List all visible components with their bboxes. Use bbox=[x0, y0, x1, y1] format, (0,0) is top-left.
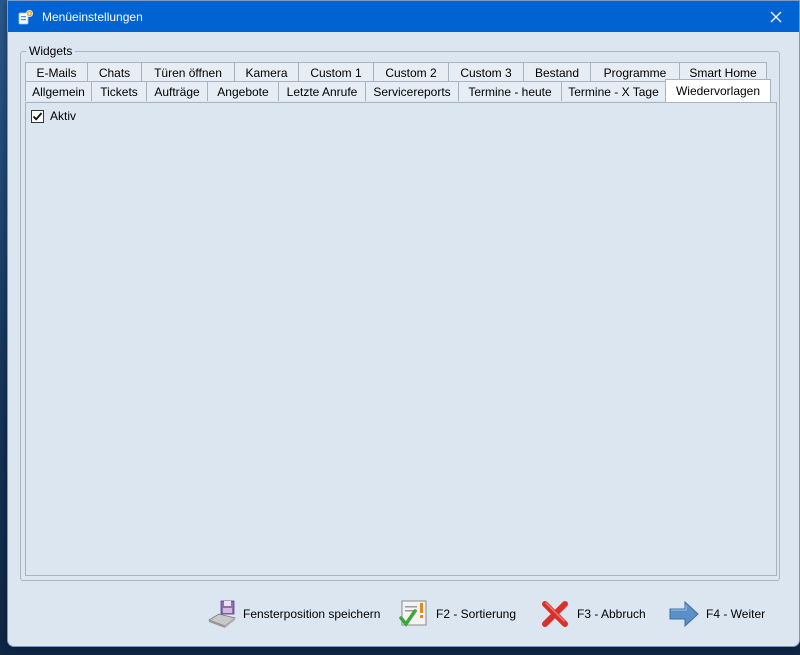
close-icon bbox=[770, 11, 782, 22]
tab-bestand[interactable]: Bestand bbox=[523, 62, 591, 82]
tab-servicereports[interactable]: Servicereports bbox=[365, 81, 459, 101]
window-title: Menüeinstellungen bbox=[42, 9, 143, 24]
tab-emails[interactable]: E-Mails bbox=[25, 62, 88, 82]
tab-tickets[interactable]: Tickets bbox=[91, 81, 147, 101]
close-button[interactable] bbox=[753, 1, 799, 32]
title-bar: Menüeinstellungen bbox=[8, 1, 799, 32]
arrow-right-icon bbox=[668, 598, 700, 630]
next-button[interactable]: F4 - Weiter bbox=[668, 598, 765, 630]
tab-wiedervorlagen[interactable]: Wiedervorlagen bbox=[665, 79, 771, 102]
checklist-icon bbox=[398, 598, 430, 630]
tab-tueren-oeffnen[interactable]: Türen öffnen bbox=[141, 62, 235, 82]
tab-custom-3[interactable]: Custom 3 bbox=[448, 62, 524, 82]
tab-letzte-anrufe[interactable]: Letzte Anrufe bbox=[278, 81, 366, 101]
widgets-groupbox: Widgets E-Mails Chats Türen öffnen Kamer… bbox=[20, 44, 780, 581]
checkmark-icon bbox=[32, 111, 43, 121]
aktiv-checkbox-label: Aktiv bbox=[50, 109, 77, 123]
tab-row-2: Allgemein Tickets Aufträge Angebote Letz… bbox=[25, 79, 771, 102]
tab-auftraege[interactable]: Aufträge bbox=[146, 81, 208, 101]
sort-label: F2 - Sortierung bbox=[436, 607, 517, 621]
tab-custom-2[interactable]: Custom 2 bbox=[373, 62, 449, 82]
save-window-position-label: Fensterposition speichern bbox=[243, 607, 381, 621]
tab-allgemein[interactable]: Allgemein bbox=[25, 81, 92, 101]
aktiv-checkbox[interactable] bbox=[31, 109, 44, 123]
tab-panel-wiedervorlagen: Aktiv bbox=[25, 102, 777, 576]
tab-angebote[interactable]: Angebote bbox=[207, 81, 279, 101]
widgets-group-label: Widgets bbox=[26, 44, 76, 58]
tab-termine-x-tage[interactable]: Termine - X Tage bbox=[561, 81, 666, 101]
cancel-button[interactable]: F3 - Abbruch bbox=[539, 598, 646, 630]
cancel-label: F3 - Abbruch bbox=[577, 607, 646, 621]
tab-row-1: E-Mails Chats Türen öffnen Kamera Custom… bbox=[25, 62, 767, 83]
tab-custom-1[interactable]: Custom 1 bbox=[298, 62, 374, 82]
tab-kamera[interactable]: Kamera bbox=[234, 62, 299, 82]
sort-button[interactable]: F2 - Sortierung bbox=[398, 598, 516, 630]
settings-app-icon bbox=[18, 9, 34, 25]
tab-termine-heute[interactable]: Termine - heute bbox=[458, 81, 562, 101]
floppy-disk-icon bbox=[205, 598, 237, 630]
tab-chats[interactable]: Chats bbox=[87, 62, 142, 82]
save-window-position-button[interactable]: Fensterposition speichern bbox=[205, 598, 380, 630]
settings-dialog: Menüeinstellungen Widgets E-Mails Chats … bbox=[7, 0, 800, 647]
next-label: F4 - Weiter bbox=[706, 607, 766, 621]
red-x-icon bbox=[539, 598, 571, 630]
aktiv-checkbox-row: Aktiv bbox=[31, 109, 76, 123]
